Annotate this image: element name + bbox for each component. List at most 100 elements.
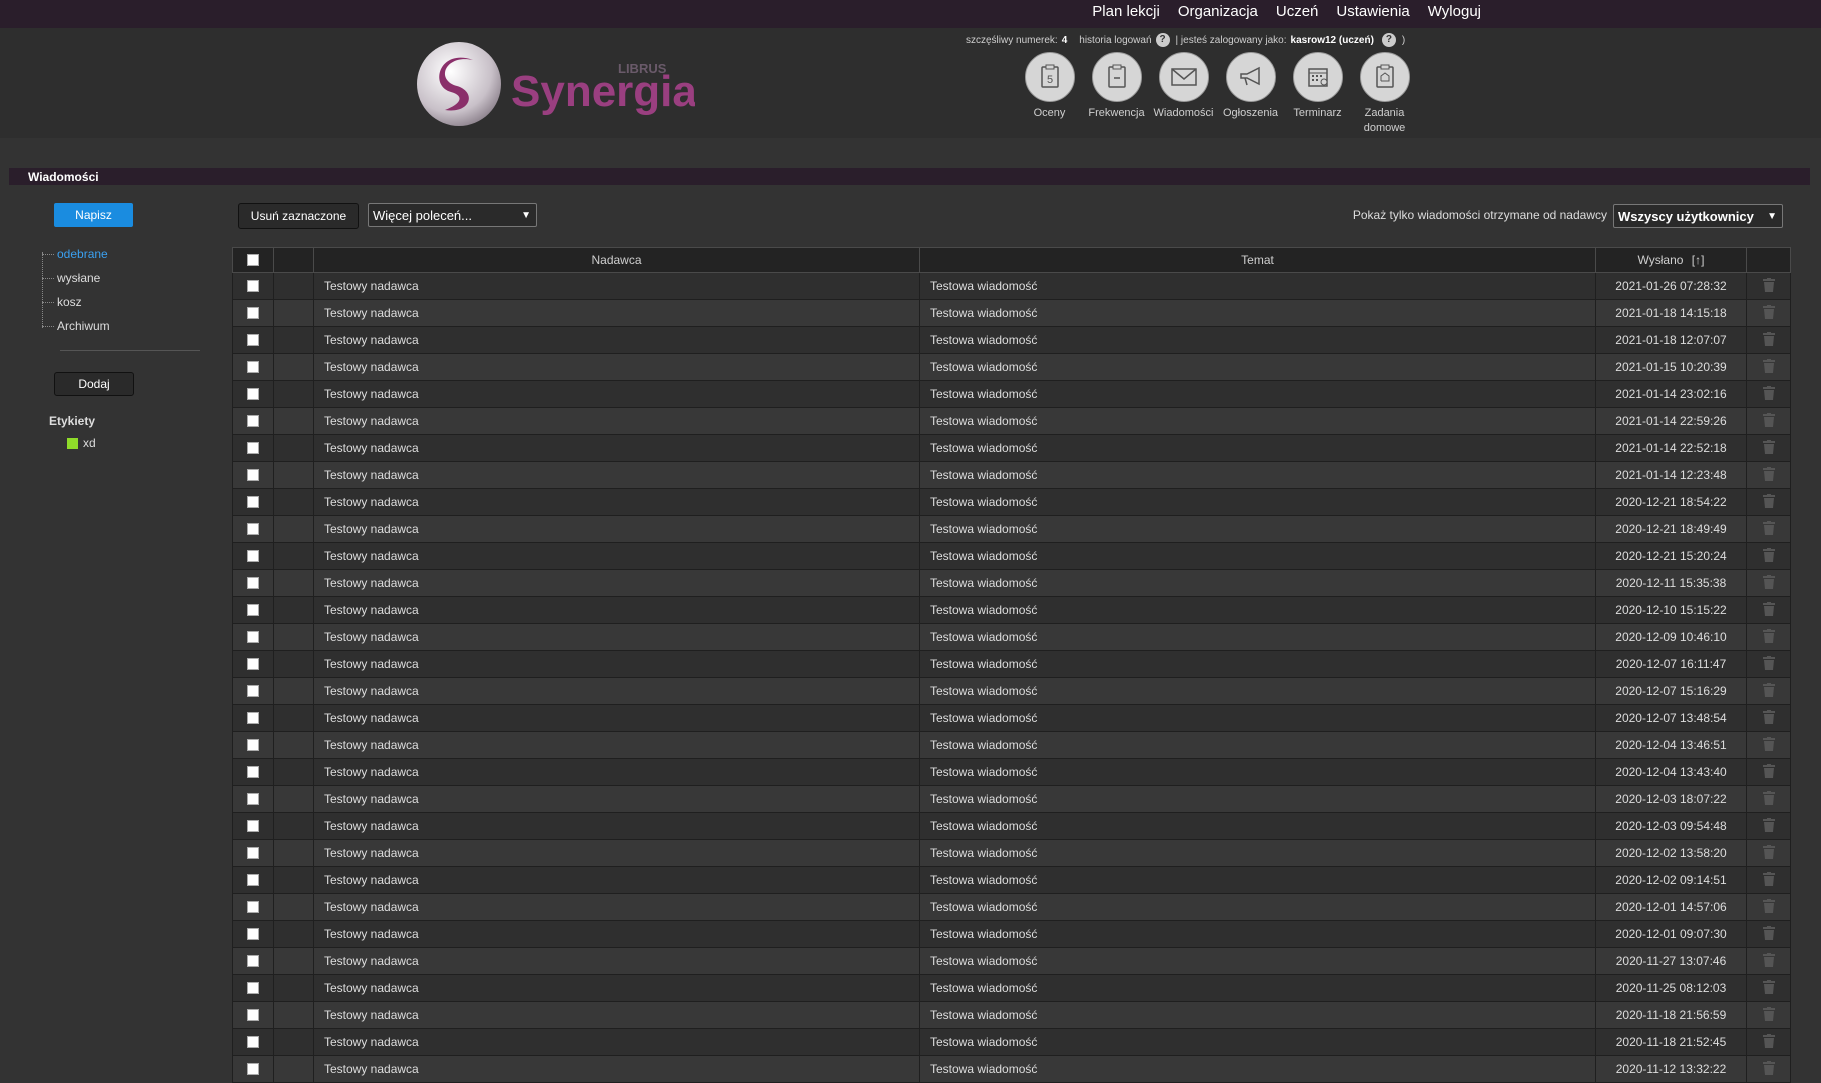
row-sender[interactable]: Testowy nadawca	[313, 758, 920, 786]
trash-icon[interactable]	[1762, 790, 1775, 808]
trash-icon[interactable]	[1762, 358, 1775, 376]
table-row[interactable]: Testowy nadawca Testowa wiadomość 2020-12-…	[232, 893, 1791, 921]
login-history-link[interactable]: historia logowań	[1079, 35, 1151, 46]
trash-icon[interactable]	[1762, 898, 1775, 916]
row-sender[interactable]: Testowy nadawca	[313, 407, 920, 435]
row-checkbox[interactable]	[247, 712, 259, 724]
row-sender[interactable]: Testowy nadawca	[313, 812, 920, 840]
row-subject[interactable]: Testowa wiadomość	[919, 1055, 1596, 1083]
trash-icon[interactable]	[1762, 547, 1775, 565]
row-subject[interactable]: Testowa wiadomość	[919, 623, 1596, 651]
row-checkbox[interactable]	[247, 1036, 259, 1048]
row-sender[interactable]: Testowy nadawca	[313, 326, 920, 354]
table-row[interactable]: Testowy nadawca Testowa wiadomość 2021-01-…	[232, 299, 1791, 327]
table-row[interactable]: Testowy nadawca Testowa wiadomość 2020-12-…	[232, 866, 1791, 894]
row-checkbox[interactable]	[247, 496, 259, 508]
table-row[interactable]: Testowy nadawca Testowa wiadomość 2021-01-…	[232, 434, 1791, 462]
trash-icon[interactable]	[1762, 817, 1775, 835]
label-item[interactable]: xd	[67, 436, 96, 450]
row-checkbox[interactable]	[247, 280, 259, 292]
table-row[interactable]: Testowy nadawca Testowa wiadomość 2020-12-…	[232, 839, 1791, 867]
row-subject[interactable]: Testowa wiadomość	[919, 461, 1596, 489]
trash-icon[interactable]	[1762, 574, 1775, 592]
row-subject[interactable]: Testowa wiadomość	[919, 650, 1596, 678]
trash-icon[interactable]	[1762, 412, 1775, 430]
row-subject[interactable]: Testowa wiadomość	[919, 1001, 1596, 1029]
row-checkbox[interactable]	[247, 739, 259, 751]
table-row[interactable]: Testowy nadawca Testowa wiadomość 2020-12-…	[232, 542, 1791, 570]
nav-link-ustawienia[interactable]: Ustawienia	[1336, 0, 1409, 24]
trash-icon[interactable]	[1762, 844, 1775, 862]
row-sender[interactable]: Testowy nadawca	[313, 893, 920, 921]
row-checkbox[interactable]	[247, 469, 259, 481]
row-subject[interactable]: Testowa wiadomość	[919, 947, 1596, 975]
trash-icon[interactable]	[1762, 655, 1775, 673]
row-subject[interactable]: Testowa wiadomość	[919, 704, 1596, 732]
row-checkbox[interactable]	[247, 388, 259, 400]
module-terminarz[interactable]: Terminarz	[1284, 52, 1351, 136]
trash-icon[interactable]	[1762, 709, 1775, 727]
row-sender[interactable]: Testowy nadawca	[313, 920, 920, 948]
trash-icon[interactable]	[1762, 682, 1775, 700]
row-subject[interactable]: Testowa wiadomość	[919, 974, 1596, 1002]
column-header-sender[interactable]: Nadawca	[313, 247, 920, 273]
table-row[interactable]: Testowy nadawca Testowa wiadomość 2020-12-…	[232, 488, 1791, 516]
row-sender[interactable]: Testowy nadawca	[313, 569, 920, 597]
row-sender[interactable]: Testowy nadawca	[313, 866, 920, 894]
row-checkbox[interactable]	[247, 874, 259, 886]
trash-icon[interactable]	[1762, 331, 1775, 349]
row-checkbox[interactable]	[247, 685, 259, 697]
table-row[interactable]: Testowy nadawca Testowa wiadomość 2021-01-…	[232, 326, 1791, 354]
row-subject[interactable]: Testowa wiadomość	[919, 758, 1596, 786]
row-checkbox[interactable]	[247, 631, 259, 643]
row-subject[interactable]: Testowa wiadomość	[919, 866, 1596, 894]
row-sender[interactable]: Testowy nadawca	[313, 515, 920, 543]
row-subject[interactable]: Testowa wiadomość	[919, 677, 1596, 705]
row-sender[interactable]: Testowy nadawca	[313, 839, 920, 867]
row-sender[interactable]: Testowy nadawca	[313, 1055, 920, 1083]
row-subject[interactable]: Testowa wiadomość	[919, 272, 1596, 300]
table-row[interactable]: Testowy nadawca Testowa wiadomość 2021-01-…	[232, 461, 1791, 489]
sender-filter-select[interactable]: Wszyscy użytkownicy ▼	[1613, 204, 1783, 228]
nav-link-plan-lekcji[interactable]: Plan lekcji	[1092, 0, 1160, 24]
row-subject[interactable]: Testowa wiadomość	[919, 812, 1596, 840]
trash-icon[interactable]	[1762, 871, 1775, 889]
trash-icon[interactable]	[1762, 736, 1775, 754]
row-sender[interactable]: Testowy nadawca	[313, 650, 920, 678]
row-subject[interactable]: Testowa wiadomość	[919, 731, 1596, 759]
row-checkbox[interactable]	[247, 928, 259, 940]
trash-icon[interactable]	[1762, 1033, 1775, 1051]
row-subject[interactable]: Testowa wiadomość	[919, 596, 1596, 624]
table-row[interactable]: Testowy nadawca Testowa wiadomość 2020-11-…	[232, 974, 1791, 1002]
trash-icon[interactable]	[1762, 304, 1775, 322]
row-sender[interactable]: Testowy nadawca	[313, 461, 920, 489]
row-subject[interactable]: Testowa wiadomość	[919, 299, 1596, 327]
table-row[interactable]: Testowy nadawca Testowa wiadomość 2021-01-…	[232, 272, 1791, 300]
row-checkbox[interactable]	[247, 604, 259, 616]
row-checkbox[interactable]	[247, 577, 259, 589]
trash-icon[interactable]	[1762, 493, 1775, 511]
row-sender[interactable]: Testowy nadawca	[313, 974, 920, 1002]
trash-icon[interactable]	[1762, 520, 1775, 538]
trash-icon[interactable]	[1762, 952, 1775, 970]
table-row[interactable]: Testowy nadawca Testowa wiadomość 2020-12-…	[232, 812, 1791, 840]
table-row[interactable]: Testowy nadawca Testowa wiadomość 2021-01-…	[232, 407, 1791, 435]
row-sender[interactable]: Testowy nadawca	[313, 596, 920, 624]
row-subject[interactable]: Testowa wiadomość	[919, 380, 1596, 408]
table-row[interactable]: Testowy nadawca Testowa wiadomość 2020-12-…	[232, 569, 1791, 597]
table-row[interactable]: Testowy nadawca Testowa wiadomość 2020-12-…	[232, 758, 1791, 786]
column-header-sent[interactable]: Wysłano [↑]	[1595, 247, 1747, 273]
table-row[interactable]: Testowy nadawca Testowa wiadomość 2020-12-…	[232, 650, 1791, 678]
folder-wyslane[interactable]: wysłane	[42, 268, 202, 292]
row-checkbox[interactable]	[247, 766, 259, 778]
row-subject[interactable]: Testowa wiadomość	[919, 326, 1596, 354]
table-row[interactable]: Testowy nadawca Testowa wiadomość 2020-11-…	[232, 1055, 1791, 1083]
compose-button[interactable]: Napisz	[54, 203, 133, 227]
module-frekwencja[interactable]: Frekwencja	[1083, 52, 1150, 136]
row-sender[interactable]: Testowy nadawca	[313, 542, 920, 570]
row-sender[interactable]: Testowy nadawca	[313, 731, 920, 759]
help-icon[interactable]: ?	[1155, 33, 1170, 47]
delete-selected-button[interactable]: Usuń zaznaczone	[238, 203, 359, 229]
trash-icon[interactable]	[1762, 277, 1775, 295]
row-checkbox[interactable]	[247, 820, 259, 832]
